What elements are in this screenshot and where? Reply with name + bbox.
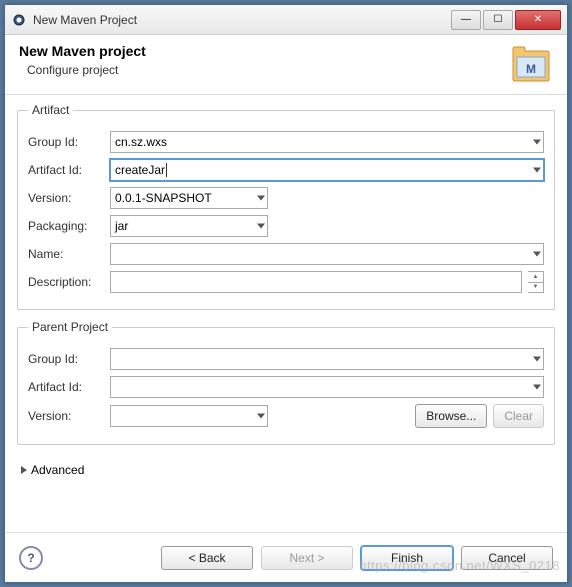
- group-id-label: Group Id:: [28, 135, 104, 149]
- advanced-toggle[interactable]: Advanced: [17, 455, 555, 485]
- parent-legend: Parent Project: [28, 320, 112, 334]
- name-label: Name:: [28, 247, 104, 261]
- clear-button[interactable]: Clear: [493, 404, 544, 428]
- back-button[interactable]: < Back: [161, 546, 253, 570]
- chevron-down-icon: [533, 168, 541, 173]
- name-input[interactable]: [110, 243, 544, 265]
- artifact-id-label: Artifact Id:: [28, 163, 104, 177]
- finish-button[interactable]: Finish: [361, 546, 453, 570]
- chevron-down-icon: [257, 224, 265, 229]
- dialog-window: New Maven Project — ☐ ✕ New Maven projec…: [4, 4, 568, 583]
- chevron-down-icon: [533, 385, 541, 390]
- group-id-input[interactable]: cn.sz.wxs: [110, 131, 544, 153]
- parent-artifact-id-input[interactable]: [110, 376, 544, 398]
- spinner-up-icon[interactable]: ▲: [528, 272, 543, 283]
- cancel-button[interactable]: Cancel: [461, 546, 553, 570]
- parent-group-id-label: Group Id:: [28, 352, 104, 366]
- page-title: New Maven project: [19, 43, 509, 59]
- parent-group: Parent Project Group Id: Artifact Id: Ve…: [17, 320, 555, 445]
- minimize-button[interactable]: —: [451, 10, 481, 30]
- help-icon[interactable]: ?: [19, 546, 43, 570]
- titlebar[interactable]: New Maven Project — ☐ ✕: [5, 5, 567, 35]
- text-cursor: [166, 163, 167, 177]
- description-spinner[interactable]: ▲▼: [528, 271, 544, 293]
- expand-icon: [21, 466, 27, 474]
- content-area: Artifact Group Id: cn.sz.wxs Artifact Id…: [5, 95, 567, 532]
- window-title: New Maven Project: [33, 13, 451, 27]
- packaging-input[interactable]: jar: [110, 215, 268, 237]
- parent-version-input[interactable]: [110, 405, 268, 427]
- maximize-button[interactable]: ☐: [483, 10, 513, 30]
- browse-button[interactable]: Browse...: [415, 404, 487, 428]
- parent-group-id-input[interactable]: [110, 348, 544, 370]
- close-button[interactable]: ✕: [515, 10, 561, 30]
- svg-text:M: M: [526, 62, 536, 76]
- chevron-down-icon: [533, 140, 541, 145]
- page-subtitle: Configure project: [19, 63, 509, 77]
- chevron-down-icon: [257, 196, 265, 201]
- description-label: Description:: [28, 275, 104, 289]
- chevron-down-icon: [533, 357, 541, 362]
- next-button[interactable]: Next >: [261, 546, 353, 570]
- wizard-header: New Maven project Configure project M: [5, 35, 567, 95]
- artifact-id-input[interactable]: createJar: [110, 159, 544, 181]
- maven-icon: M: [509, 43, 553, 83]
- version-input[interactable]: 0.0.1-SNAPSHOT: [110, 187, 268, 209]
- spinner-down-icon[interactable]: ▼: [528, 283, 543, 293]
- window-buttons: — ☐ ✕: [451, 10, 561, 30]
- app-icon: [11, 12, 27, 28]
- artifact-group: Artifact Group Id: cn.sz.wxs Artifact Id…: [17, 103, 555, 310]
- description-input[interactable]: [110, 271, 522, 293]
- parent-version-label: Version:: [28, 409, 104, 423]
- advanced-label: Advanced: [31, 463, 84, 477]
- chevron-down-icon: [533, 252, 541, 257]
- button-bar: ? < Back Next > Finish Cancel: [5, 532, 567, 582]
- version-label: Version:: [28, 191, 104, 205]
- chevron-down-icon: [257, 414, 265, 419]
- parent-artifact-id-label: Artifact Id:: [28, 380, 104, 394]
- packaging-label: Packaging:: [28, 219, 104, 233]
- artifact-legend: Artifact: [28, 103, 73, 117]
